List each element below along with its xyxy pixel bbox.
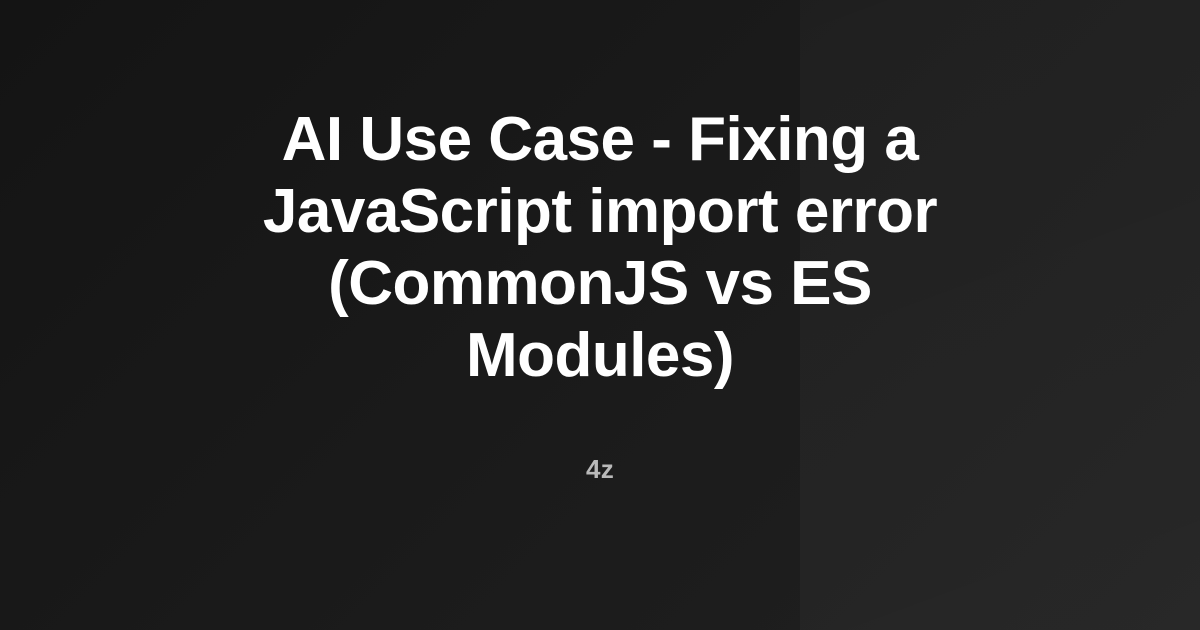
card-content: AI Use Case - Fixing a JavaScript import… (0, 0, 1200, 630)
author-name: 4z (585, 454, 615, 484)
page-title: AI Use Case - Fixing a JavaScript import… (262, 105, 938, 390)
social-preview-card: AI Use Case - Fixing a JavaScript import… (0, 0, 1200, 630)
